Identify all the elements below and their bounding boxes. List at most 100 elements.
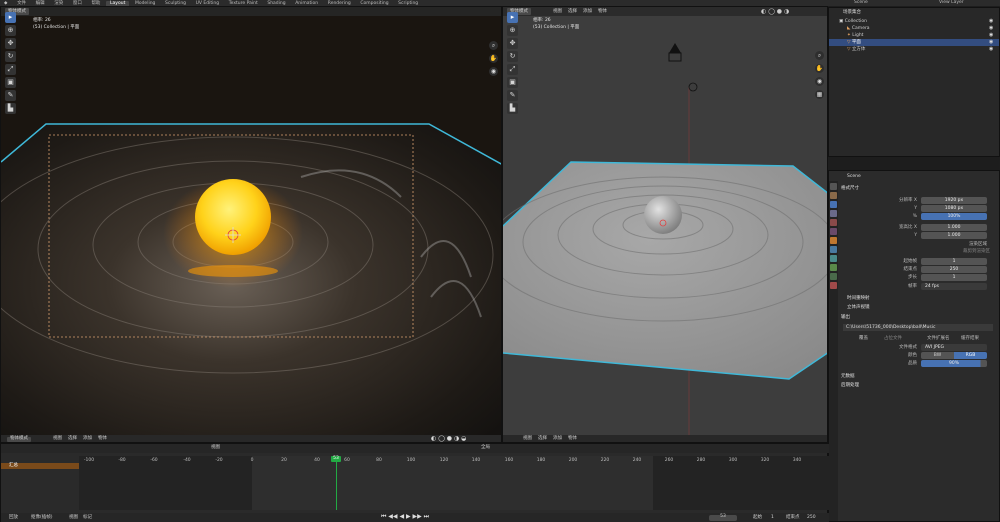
render-tab-icon[interactable] bbox=[830, 192, 837, 199]
camera-view-icon[interactable]: ◉ bbox=[489, 67, 498, 76]
overwrite-checkbox[interactable]: 覆盖 bbox=[859, 335, 868, 342]
output-path-field[interactable]: C:\Users\51736_000\Desktop\ball\Music bbox=[843, 324, 993, 331]
section-stereo[interactable]: 立体声视镜 bbox=[847, 304, 870, 311]
frame-step-field[interactable]: 1 bbox=[921, 274, 987, 281]
left-menu-add[interactable]: 添加 bbox=[83, 436, 92, 442]
playback-menu[interactable]: 回放 bbox=[9, 515, 18, 521]
scene-selector[interactable]: Scene bbox=[850, 0, 872, 6]
playback-controls-icons[interactable]: ⏮ ◀◀ ◀ ▶ ▶▶ ⏭ bbox=[381, 514, 429, 520]
section-post[interactable]: 后期处理 bbox=[841, 382, 859, 389]
pan-hand-icon[interactable]: ✋ bbox=[489, 54, 498, 63]
measure-tool-icon[interactable]: ▙ bbox=[507, 103, 518, 114]
outliner-row-light[interactable]: ✦ Light bbox=[829, 32, 999, 39]
res-percent-field[interactable]: 100% bbox=[921, 213, 987, 220]
scale-tool-icon[interactable]: ⤢ bbox=[5, 64, 16, 75]
marker-menu[interactable]: 标记 bbox=[83, 515, 92, 521]
world-tab-icon[interactable] bbox=[830, 228, 837, 235]
object-tab-icon[interactable] bbox=[830, 237, 837, 244]
current-frame-field[interactable]: 53 bbox=[709, 514, 737, 521]
move-tool-icon[interactable]: ✥ bbox=[507, 38, 518, 49]
transform-tool-icon[interactable]: ▣ bbox=[507, 77, 518, 88]
render-region-checkbox[interactable]: 渲染区域 bbox=[969, 241, 987, 248]
left-3d-viewport[interactable]: 物体模式 相率: 26 (53) Collection | 平面 ▸ ⊕ ✥ ↻… bbox=[0, 6, 502, 443]
crop-region-checkbox[interactable]: 裁剪到渲染区 bbox=[963, 248, 990, 255]
file-format-dropdown[interactable]: AVI JPEG bbox=[921, 344, 987, 351]
left-menu-select[interactable]: 选择 bbox=[68, 436, 77, 442]
visibility-eye-icons[interactable]: ◉ ◉ ◉ ◉ ◉ bbox=[989, 18, 993, 53]
section-metadata[interactable]: 元数据 bbox=[841, 373, 855, 380]
aspect-y-field[interactable]: 1.000 bbox=[921, 232, 987, 239]
outliner-row-cube[interactable]: ▽ 立方体 bbox=[829, 46, 999, 53]
zoom-icon[interactable]: ⌕ bbox=[815, 51, 824, 60]
measure-tool-icon[interactable]: ▙ bbox=[5, 103, 16, 114]
left-menu-object[interactable]: 物体 bbox=[98, 436, 107, 442]
select-tool-icon[interactable]: ▸ bbox=[5, 12, 16, 23]
frame-rate-dropdown[interactable]: 24 fps bbox=[921, 283, 987, 290]
cache-result-checkbox[interactable]: 缓存结果 bbox=[961, 335, 979, 342]
right-menu-view[interactable]: 视图 bbox=[553, 8, 562, 15]
view-layer-selector[interactable]: View Layer bbox=[935, 0, 968, 6]
timeline-transform[interactable]: 全局 bbox=[481, 445, 490, 451]
constraint-tab-icon[interactable] bbox=[830, 264, 837, 271]
annotate-tool-icon[interactable]: ✎ bbox=[507, 90, 518, 101]
color-bw-button[interactable]: BW bbox=[921, 352, 954, 359]
right-bottom-select[interactable]: 选择 bbox=[538, 436, 547, 442]
outliner-row-plane[interactable]: ▽ 平面 bbox=[829, 39, 999, 46]
scale-tool-icon[interactable]: ⤢ bbox=[507, 64, 518, 75]
pan-hand-icon[interactable]: ✋ bbox=[815, 64, 824, 73]
solid-sphere[interactable] bbox=[644, 196, 682, 234]
cursor-tool-icon[interactable]: ⊕ bbox=[507, 25, 518, 36]
scene-tab-icon[interactable] bbox=[830, 219, 837, 226]
outliner-row-collection[interactable]: ▣ Collection bbox=[829, 18, 999, 25]
outliner-row-camera[interactable]: ◣ Camera bbox=[829, 25, 999, 32]
color-rgb-button[interactable]: RGB bbox=[954, 352, 987, 359]
modifier-tab-icon[interactable] bbox=[830, 246, 837, 253]
aspect-x-field[interactable]: 1.000 bbox=[921, 224, 987, 231]
select-tool-icon[interactable]: ▸ bbox=[507, 12, 518, 23]
frame-end-field[interactable]: 250 bbox=[921, 266, 987, 273]
res-y-field[interactable]: 1080 px bbox=[921, 205, 987, 212]
annotate-tool-icon[interactable]: ✎ bbox=[5, 90, 16, 101]
left-menu-view[interactable]: 视图 bbox=[53, 436, 62, 442]
timeline-view-menu[interactable]: 视图 bbox=[211, 445, 220, 451]
right-shading-icons[interactable]: ◐ ◯ ● ◑ bbox=[761, 8, 789, 15]
cursor-tool-icon[interactable]: ⊕ bbox=[5, 25, 16, 36]
end-frame-field[interactable]: 250 bbox=[807, 515, 816, 521]
camera-view-icon[interactable]: ◉ bbox=[815, 77, 824, 86]
grid-view-icon[interactable]: ▦ bbox=[815, 90, 824, 99]
frame-start-field[interactable]: 1 bbox=[921, 258, 987, 265]
quality-slider[interactable]: 90% bbox=[921, 360, 987, 367]
transform-tool-icon[interactable]: ▣ bbox=[5, 77, 16, 88]
right-bottom-view[interactable]: 视图 bbox=[523, 436, 532, 442]
glowing-sphere[interactable] bbox=[195, 179, 271, 255]
physics-tab-icon[interactable] bbox=[830, 255, 837, 262]
keying-menu[interactable]: 抠像(插帧) bbox=[31, 515, 53, 521]
right-bottom-add[interactable]: 添加 bbox=[553, 436, 562, 442]
output-tab-icon[interactable] bbox=[830, 201, 837, 208]
right-bottom-object[interactable]: 物体 bbox=[568, 436, 577, 442]
section-format[interactable]: 格式尺寸 bbox=[841, 185, 859, 192]
placeholder-checkbox[interactable]: 占位文件 bbox=[884, 335, 902, 342]
move-tool-icon[interactable]: ✥ bbox=[5, 38, 16, 49]
right-menu-add[interactable]: 添加 bbox=[583, 8, 592, 15]
playhead[interactable] bbox=[336, 456, 337, 510]
right-3d-viewport[interactable]: 物体模式 视图 选择 添加 物体 ◐ ◯ ● ◑ 相率: 26 (53) Col… bbox=[502, 6, 828, 443]
right-menu-object[interactable]: 物体 bbox=[598, 8, 607, 15]
file-ext-checkbox[interactable]: 文件扩展名 bbox=[927, 335, 950, 342]
view-menu[interactable]: 视图 bbox=[69, 515, 78, 521]
section-output[interactable]: 输出 bbox=[841, 314, 850, 321]
start-frame-field[interactable]: 1 bbox=[771, 515, 774, 521]
res-x-field[interactable]: 1920 px bbox=[921, 197, 987, 204]
summary-channel[interactable]: 汇总 bbox=[1, 463, 79, 469]
material-tab-icon[interactable] bbox=[830, 282, 837, 289]
tool-tab-icon[interactable] bbox=[830, 183, 837, 190]
zoom-icon[interactable]: ⌕ bbox=[489, 41, 498, 50]
right-menu-select[interactable]: 选择 bbox=[568, 8, 577, 15]
shading-mode-icons[interactable]: ◐ ◯ ● ◑ ◒ bbox=[431, 436, 466, 442]
rotate-tool-icon[interactable]: ↻ bbox=[5, 51, 16, 62]
section-time-stretch[interactable]: 时间重映射 bbox=[847, 295, 870, 302]
left-bottom-mode[interactable]: 物体模式 bbox=[7, 436, 31, 442]
rotate-tool-icon[interactable]: ↻ bbox=[507, 51, 518, 62]
data-tab-icon[interactable] bbox=[830, 273, 837, 280]
view-layer-tab-icon[interactable] bbox=[830, 210, 837, 217]
